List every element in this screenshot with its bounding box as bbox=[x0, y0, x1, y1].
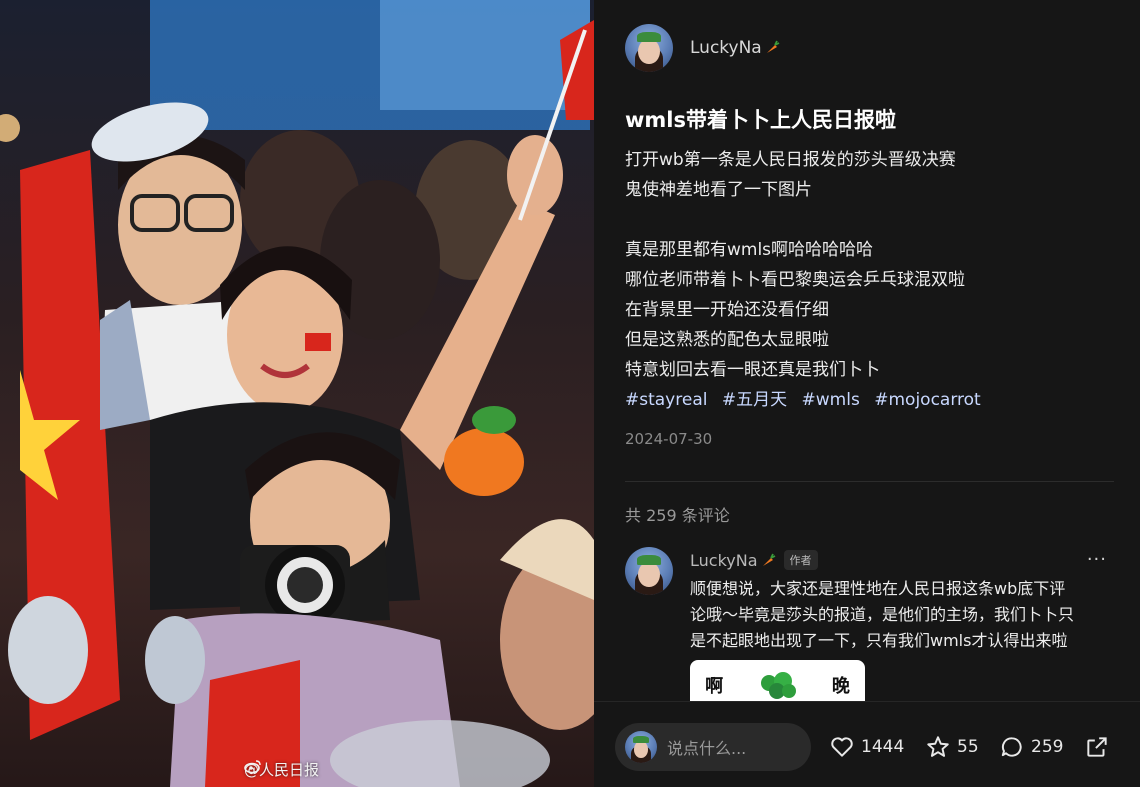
tag-link[interactable]: #stayreal bbox=[625, 390, 707, 410]
collect-button[interactable]: 55 bbox=[925, 734, 979, 760]
post-title: wmls带着卜卜上人民日报啦 bbox=[625, 108, 896, 132]
post-body-line: 特意划回去看一眼还真是我们卜卜 bbox=[625, 360, 880, 380]
commenter-name[interactable]: LuckyNa bbox=[690, 551, 776, 570]
share-icon bbox=[1087, 737, 1107, 757]
post-date: 2024-07-30 bbox=[625, 430, 713, 448]
heart-icon bbox=[831, 737, 853, 757]
comment-line: 论哦～毕竟是莎头的报道，是他们的主场，我们卜卜只 bbox=[690, 605, 1075, 624]
post-body-line: 真是那里都有wmls啊哈哈哈哈哈 bbox=[625, 240, 874, 260]
post-body-line: 鬼使神差地看了一下图片 bbox=[625, 180, 812, 200]
post-author[interactable]: LuckyNa bbox=[625, 24, 780, 72]
post-body-line: 但是这熟悉的配色太显眼啦 bbox=[625, 330, 829, 350]
comment-total: 259 bbox=[1031, 737, 1064, 757]
comment-input-placeholder: 说点什么... bbox=[667, 739, 747, 758]
bottom-action-bar: 说点什么... 1444 55 259 bbox=[594, 701, 1140, 787]
divider bbox=[625, 481, 1114, 482]
photo-illustration bbox=[0, 0, 594, 787]
post-body-line: 打开wb第一条是人民日报发的莎头晋级决赛 bbox=[625, 150, 956, 170]
sticker-text-right: 晚 bbox=[831, 676, 850, 697]
tag-link[interactable]: #wmls bbox=[802, 390, 860, 410]
photo-watermark: @人民日报 bbox=[244, 759, 319, 780]
tag-link[interactable]: #五月天 bbox=[722, 390, 787, 410]
commenter-name-text: LuckyNa bbox=[690, 550, 758, 570]
share-button[interactable] bbox=[1084, 734, 1116, 760]
post-body-line: 在背景里一开始还没看仔细 bbox=[625, 300, 829, 320]
author-avatar[interactable] bbox=[625, 24, 673, 72]
comment-text: 顺便想说，大家还是理性地在人民日报这条wb底下评 论哦～毕竟是莎头的报道，是他们… bbox=[690, 576, 1110, 654]
post-body-line bbox=[625, 205, 1105, 235]
post-photo[interactable]: @人民日报 bbox=[0, 0, 594, 787]
comment-button[interactable]: 259 bbox=[999, 734, 1063, 760]
comment-line: 顺便想说，大家还是理性地在人民日报这条wb底下评 bbox=[690, 579, 1066, 598]
star-icon bbox=[927, 736, 949, 757]
carrot-icon bbox=[766, 40, 780, 53]
tag-link[interactable]: #mojocarrot bbox=[874, 390, 980, 410]
author-badge: 作者 bbox=[783, 550, 818, 570]
author-name-text: LuckyNa bbox=[690, 38, 762, 58]
collect-count: 55 bbox=[957, 737, 979, 757]
weibo-icon bbox=[244, 760, 261, 773]
clover-icon bbox=[761, 672, 797, 699]
post-body: 打开wb第一条是人民日报发的莎头晋级决赛 鬼使神差地看了一下图片 真是那里都有w… bbox=[625, 145, 1105, 385]
commenter-avatar[interactable] bbox=[625, 547, 673, 595]
comment-sticker-image[interactable]: 啊 晚 bbox=[690, 660, 865, 704]
sticker-text-left: 啊 bbox=[705, 676, 724, 697]
carrot-icon bbox=[762, 553, 775, 566]
post-tags: #stayreal #五月天 #wmls #mojocarrot bbox=[625, 385, 990, 410]
comment-input[interactable]: 说点什么... bbox=[615, 723, 811, 771]
post-detail-panel: LuckyNa wmls带着卜卜上人民日报啦 打开wb第一条是人民日报发的莎头晋… bbox=[594, 0, 1140, 787]
more-options-icon[interactable]: ··· bbox=[1087, 549, 1107, 570]
author-name[interactable]: LuckyNa bbox=[690, 38, 780, 58]
comment-line: 是不起眼地出现了一下，只有我们wmls才认得出来啦 bbox=[690, 631, 1068, 650]
comment-header: LuckyNa 作者 bbox=[690, 547, 818, 573]
post-body-line: 哪位老师带着卜卜看巴黎奥运会乒乓球混双啦 bbox=[625, 270, 965, 290]
like-count: 1444 bbox=[861, 737, 905, 757]
comment-count: 共 259 条评论 bbox=[625, 506, 730, 525]
comment-bubble-icon bbox=[1001, 737, 1022, 757]
like-button[interactable]: 1444 bbox=[829, 734, 904, 760]
my-avatar bbox=[625, 731, 657, 763]
